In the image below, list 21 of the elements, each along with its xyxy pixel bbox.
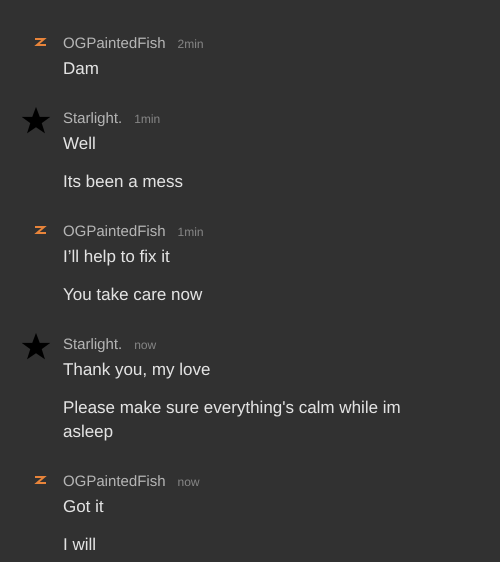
message-text: Got it bbox=[63, 496, 105, 518]
star-icon bbox=[20, 105, 50, 135]
message-text: Thank you, my love bbox=[63, 359, 212, 381]
timestamp: now bbox=[178, 474, 200, 491]
author-name: OGPaintedFish bbox=[63, 222, 166, 242]
message-text: Its been a mess bbox=[63, 171, 184, 193]
timestamp: 1min bbox=[134, 111, 160, 128]
message-text: I’ll help to fix it bbox=[63, 246, 171, 268]
timestamp: 1min bbox=[178, 224, 204, 241]
star-icon bbox=[20, 331, 50, 361]
timestamp: now bbox=[134, 337, 156, 354]
message-text: Dam bbox=[63, 58, 100, 80]
message-text: Please make sure everything's calm while im asleep bbox=[63, 397, 402, 443]
message-text: Well bbox=[63, 133, 97, 155]
author-name: OGPaintedFish bbox=[63, 34, 166, 54]
message-text: You take care now bbox=[63, 284, 204, 306]
author-name: OGPaintedFish bbox=[63, 472, 166, 492]
author-name: Starlight. bbox=[63, 109, 122, 129]
author-name: Starlight. bbox=[63, 335, 122, 355]
timestamp: 2min bbox=[178, 36, 204, 53]
message-text: I will bbox=[63, 534, 98, 556]
